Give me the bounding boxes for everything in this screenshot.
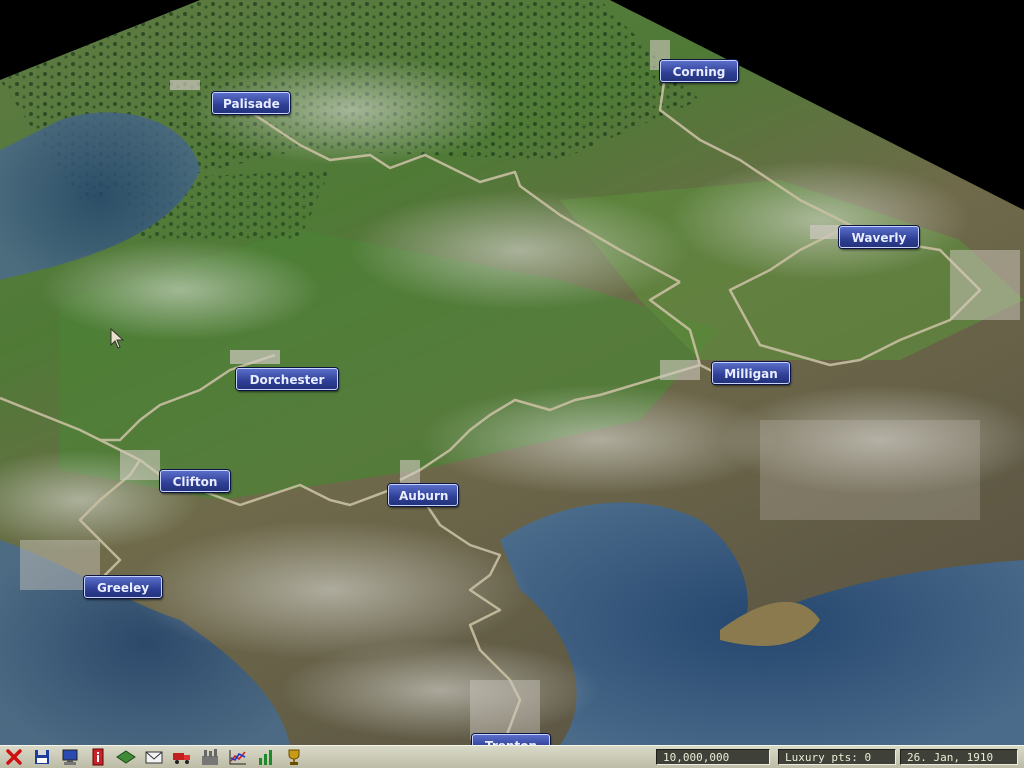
game-map[interactable]	[0, 0, 1024, 745]
chart-bar-icon[interactable]	[256, 748, 276, 766]
city-label-milligan[interactable]: Milligan	[712, 362, 790, 384]
city-label-greeley[interactable]: Greeley	[84, 576, 162, 598]
city-label-waverly[interactable]: Waverly	[839, 226, 919, 248]
truck-icon[interactable]	[172, 748, 192, 766]
city-label-dorchester[interactable]: Dorchester	[236, 368, 338, 390]
close-icon[interactable]	[4, 748, 24, 766]
computer-icon[interactable]	[60, 748, 80, 766]
map-icon[interactable]	[116, 748, 136, 766]
city-label-corning[interactable]: Corning	[660, 60, 738, 82]
city-label-palisade[interactable]: Palisade	[212, 92, 290, 114]
luxury-points-display: Luxury pts: 0	[778, 749, 896, 765]
city-label-auburn[interactable]: Auburn	[388, 484, 458, 506]
city-label-clifton[interactable]: Clifton	[160, 470, 230, 492]
date-display: 26. Jan, 1910	[900, 749, 1018, 765]
trophy-icon[interactable]	[284, 748, 304, 766]
mail-icon[interactable]	[144, 748, 164, 766]
money-display: 10,000,000	[656, 749, 770, 765]
factory-icon[interactable]	[200, 748, 220, 766]
info-icon[interactable]	[88, 748, 108, 766]
mouse-cursor-icon	[110, 328, 125, 349]
save-icon[interactable]	[32, 748, 52, 766]
chart-line-icon[interactable]	[228, 748, 248, 766]
bottom-toolbar: 10,000,000 Luxury pts: 0 26. Jan, 1910	[0, 745, 1024, 768]
